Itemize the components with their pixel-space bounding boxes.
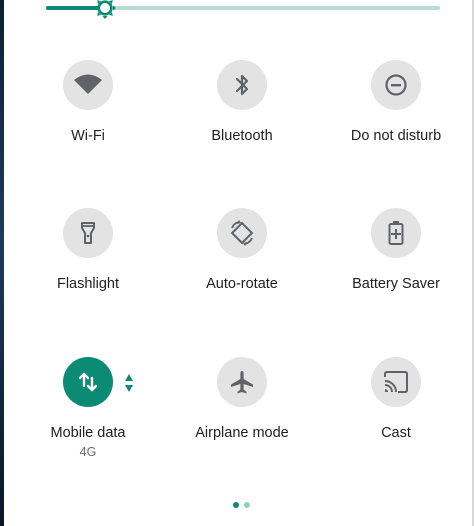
page-dot-current[interactable]	[233, 502, 239, 508]
tile-mobile-data-button[interactable]	[63, 357, 113, 407]
tile-mobile-data[interactable]: Mobile data 4G	[11, 357, 165, 497]
brightness-thumb-icon[interactable]	[94, 0, 116, 19]
tile-flashlight-button[interactable]	[63, 208, 113, 258]
tile-cast-label: Cast	[381, 425, 411, 441]
airplane-icon	[231, 371, 253, 394]
tile-bluetooth-label: Bluetooth	[211, 128, 273, 144]
wifi-icon	[74, 74, 102, 94]
tile-do-not-disturb-button[interactable]	[371, 60, 421, 110]
page-indicator	[230, 502, 254, 510]
tile-bluetooth[interactable]: Bluetooth	[165, 60, 319, 200]
tile-airplane-mode-button[interactable]	[217, 357, 267, 407]
tile-auto-rotate[interactable]: Auto-rotate	[165, 208, 319, 348]
tile-wifi[interactable]: Wi-Fi	[11, 60, 165, 200]
tile-bluetooth-button[interactable]	[217, 60, 267, 110]
tile-do-not-disturb-label: Do not disturb	[350, 128, 442, 144]
auto-rotate-icon	[230, 220, 254, 246]
mobile-data-icon	[78, 372, 98, 392]
tile-wifi-button[interactable]	[63, 60, 113, 110]
tile-cast-button[interactable]	[371, 357, 421, 407]
tile-battery-saver-button[interactable]	[371, 208, 421, 258]
bluetooth-icon	[235, 74, 249, 96]
battery-saver-icon	[388, 221, 404, 245]
tile-battery-saver[interactable]: Battery Saver	[319, 208, 473, 348]
tile-mobile-data-label: Mobile data	[50, 425, 126, 441]
tile-flashlight[interactable]: Flashlight	[11, 208, 165, 348]
do-not-disturb-icon	[385, 74, 407, 96]
left-edge-strip	[0, 0, 4, 526]
tile-auto-rotate-button[interactable]	[217, 208, 267, 258]
tile-wifi-label: Wi-Fi	[71, 128, 105, 144]
tile-airplane-mode[interactable]: Airplane mode	[165, 357, 319, 497]
tile-cast[interactable]: Cast	[319, 357, 473, 497]
tile-flashlight-label: Flashlight	[56, 276, 120, 292]
tile-battery-saver-label: Battery Saver	[352, 276, 440, 292]
tile-auto-rotate-label: Auto-rotate	[206, 276, 278, 292]
brightness-slider[interactable]	[46, 0, 440, 20]
data-activity-icon	[125, 374, 133, 392]
cast-icon	[384, 371, 408, 393]
tile-airplane-mode-label: Airplane mode	[195, 425, 289, 441]
tile-do-not-disturb[interactable]: Do not disturb	[319, 60, 473, 200]
page-dot-next[interactable]	[244, 502, 250, 508]
tile-mobile-data-network-type: 4G	[79, 445, 97, 459]
flashlight-icon	[81, 222, 95, 244]
